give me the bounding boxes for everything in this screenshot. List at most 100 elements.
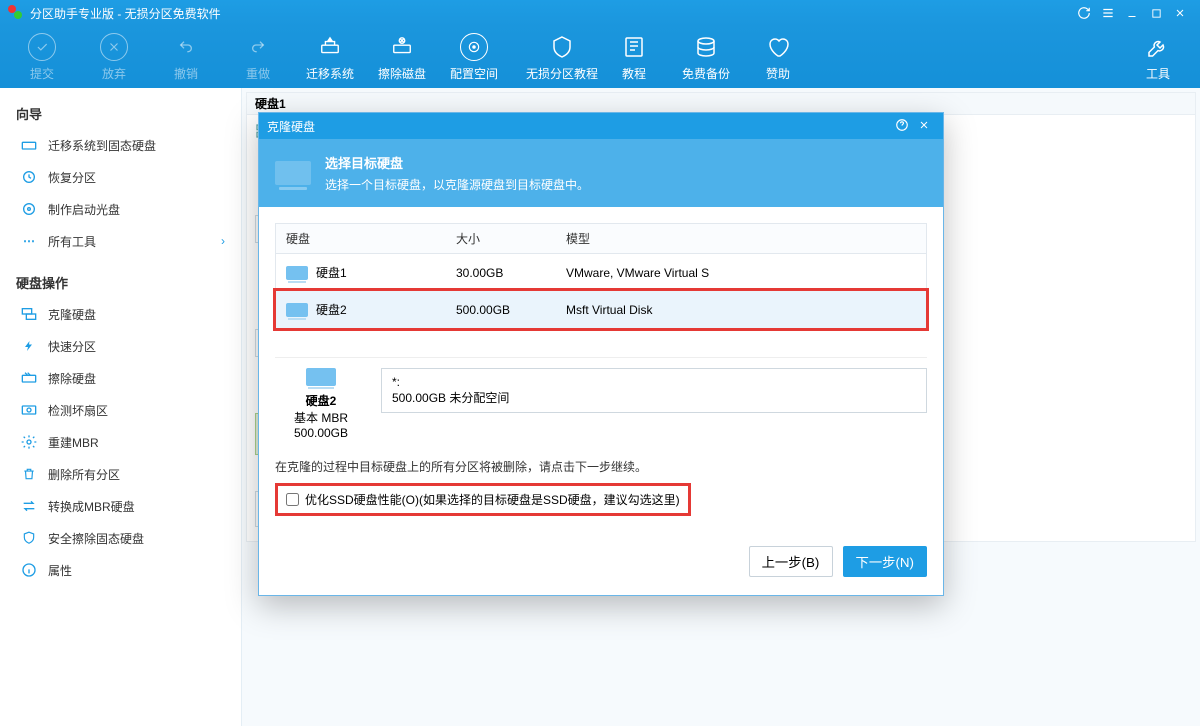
sidebar-badsector[interactable]: 检测坏扇区	[0, 394, 241, 426]
toolbar-sponsor-label: 赞助	[766, 65, 790, 82]
disk-table: 硬盘 大小 模型 硬盘1 30.00GB VMware, VMware Virt…	[275, 223, 927, 329]
ssd-icon	[20, 136, 38, 154]
sidebar-deleteall[interactable]: 删除所有分区	[0, 458, 241, 490]
partition-segment[interactable]: *: 500.00GB 未分配空间	[381, 368, 927, 413]
app-logo-icon	[8, 5, 24, 21]
ssd-optimize-option[interactable]: 优化SSD硬盘性能(O)(如果选择的目标硬盘是SSD硬盘，建议勾选这里)	[275, 483, 691, 516]
seg-desc: 500.00GB 未分配空间	[392, 389, 916, 406]
toolbar-align-label: 配置空间	[450, 65, 498, 82]
toolbar-wipe[interactable]: 擦除磁盘	[366, 33, 438, 82]
recover-icon	[20, 168, 38, 186]
sidebar-item-label: 所有工具	[48, 233, 96, 250]
shield-icon	[20, 529, 38, 547]
sidebar-clone[interactable]: 克隆硬盘	[0, 298, 241, 330]
toolbar-backup-label: 免费备份	[682, 65, 730, 82]
toolbar-redo[interactable]: 重做	[222, 33, 294, 82]
sidebar-item-label: 删除所有分区	[48, 466, 120, 483]
toolbar-tutorial[interactable]: 无损分区教程	[526, 33, 598, 82]
ssd-optimize-checkbox[interactable]	[286, 493, 299, 506]
sidebar-item-label: 属性	[48, 562, 72, 579]
toolbar-align[interactable]: 配置空间	[438, 33, 510, 82]
menu-icon[interactable]	[1096, 1, 1120, 25]
dialog-head-title: 选择目标硬盘	[325, 153, 589, 172]
back-button[interactable]: 上一步(B)	[749, 546, 833, 577]
table-row-selected[interactable]: 硬盘2 500.00GB Msft Virtual Disk	[273, 288, 929, 331]
sidebar-recover[interactable]: 恢复分区	[0, 161, 241, 193]
sidebar-alltools[interactable]: ⋯ 所有工具 ›	[0, 225, 241, 257]
selected-disk-info: 硬盘2 基本 MBR 500.00GB *: 500.00GB 未分配空间	[275, 357, 927, 440]
more-icon: ⋯	[20, 232, 38, 250]
minimize-icon[interactable]	[1120, 1, 1144, 25]
gear-icon	[20, 433, 38, 451]
toolbar-commit[interactable]: 提交	[6, 33, 78, 82]
disk-icon	[286, 303, 308, 317]
disk-size: 500.00GB	[456, 303, 566, 317]
toolbar-migrate[interactable]: 迁移系统	[294, 33, 366, 82]
col-size: 大小	[456, 230, 566, 247]
disk-model: Msft Virtual Disk	[566, 303, 916, 317]
sidebar-item-label: 转换成MBR硬盘	[48, 498, 135, 515]
dialog-note: 在克隆的过程中目标硬盘上的所有分区将被删除，请点击下一步继续。	[275, 458, 927, 475]
toolbar-migrate-label: 迁移系统	[306, 65, 354, 82]
sidebar-wizard-head: 向导	[0, 98, 241, 129]
sel-disk-size: 500.00GB	[275, 426, 367, 440]
toolbar-tutorial-label: 无损分区教程	[526, 65, 598, 82]
swap-icon	[20, 497, 38, 515]
sidebar-migrate-ssd[interactable]: 迁移系统到固态硬盘	[0, 129, 241, 161]
dialog-head-sub: 选择一个目标硬盘，以克隆源硬盘到目标硬盘中。	[325, 176, 589, 193]
disk-icon	[306, 368, 336, 386]
table-row[interactable]: 硬盘1 30.00GB VMware, VMware Virtual S	[276, 254, 926, 291]
sidebar-item-label: 擦除硬盘	[48, 370, 96, 387]
sidebar-item-label: 重建MBR	[48, 434, 99, 451]
help-icon[interactable]	[891, 118, 913, 135]
scan-icon	[20, 401, 38, 419]
bolt-icon	[20, 337, 38, 355]
toolbar-sponsor[interactable]: 赞助	[742, 33, 814, 82]
info-icon	[20, 561, 38, 579]
col-disk: 硬盘	[286, 230, 456, 247]
disk-size: 30.00GB	[456, 266, 566, 280]
trash-icon	[20, 465, 38, 483]
disk-icon	[275, 161, 311, 185]
title-bar: 分区助手专业版 - 无损分区免费软件	[0, 0, 1200, 26]
sidebar-rebuildmbr[interactable]: 重建MBR	[0, 426, 241, 458]
close-icon[interactable]	[1168, 1, 1192, 25]
sidebar-wipe[interactable]: 擦除硬盘	[0, 362, 241, 394]
disk-name: 硬盘2	[316, 301, 347, 318]
toolbar-wipe-label: 擦除磁盘	[378, 65, 426, 82]
sidebar-item-label: 迁移系统到固态硬盘	[48, 137, 156, 154]
next-button[interactable]: 下一步(N)	[843, 546, 928, 577]
sidebar-item-label: 快速分区	[48, 338, 96, 355]
sidebar-convertmbr[interactable]: 转换成MBR硬盘	[0, 490, 241, 522]
toolbar-discard[interactable]: 放弃	[78, 33, 150, 82]
toolbar-tools[interactable]: 工具	[1122, 33, 1194, 82]
chevron-right-icon: ›	[221, 234, 225, 248]
toolbar-undo-label: 撤销	[174, 65, 198, 82]
seg-label: *:	[392, 375, 916, 389]
toolbar-undo[interactable]: 撤销	[150, 33, 222, 82]
sidebar-item-label: 安全擦除固态硬盘	[48, 530, 144, 547]
disk-name: 硬盘1	[316, 264, 347, 281]
toolbar-discard-label: 放弃	[102, 65, 126, 82]
disk-model: VMware, VMware Virtual S	[566, 266, 916, 280]
maximize-icon[interactable]	[1144, 1, 1168, 25]
disc-icon	[20, 200, 38, 218]
sidebar-securewipe[interactable]: 安全擦除固态硬盘	[0, 522, 241, 554]
sidebar-item-label: 检测坏扇区	[48, 402, 108, 419]
dialog-header: 选择目标硬盘 选择一个目标硬盘，以克隆源硬盘到目标硬盘中。	[259, 139, 943, 207]
sidebar-props[interactable]: 属性	[0, 554, 241, 586]
dialog-close-icon[interactable]	[913, 119, 935, 134]
toolbar: 提交 放弃 撤销 重做 迁移系统 擦除磁盘 配置空间 无损分区教程 教程 免费备…	[0, 26, 1200, 88]
toolbar-tools-label: 工具	[1146, 65, 1170, 82]
toolbar-course-label: 教程	[622, 65, 646, 82]
col-model: 模型	[566, 230, 916, 247]
clone-disk-dialog: 克隆硬盘 选择目标硬盘 选择一个目标硬盘，以克隆源硬盘到目标硬盘中。 硬盘 大小…	[258, 112, 944, 596]
toolbar-course[interactable]: 教程	[598, 33, 670, 82]
refresh-icon[interactable]	[1072, 1, 1096, 25]
sidebar-quick[interactable]: 快速分区	[0, 330, 241, 362]
toolbar-backup[interactable]: 免费备份	[670, 33, 742, 82]
eraser-icon	[20, 369, 38, 387]
sidebar-item-label: 克隆硬盘	[48, 306, 96, 323]
sidebar-bootdisc[interactable]: 制作启动光盘	[0, 193, 241, 225]
toolbar-commit-label: 提交	[30, 65, 54, 82]
